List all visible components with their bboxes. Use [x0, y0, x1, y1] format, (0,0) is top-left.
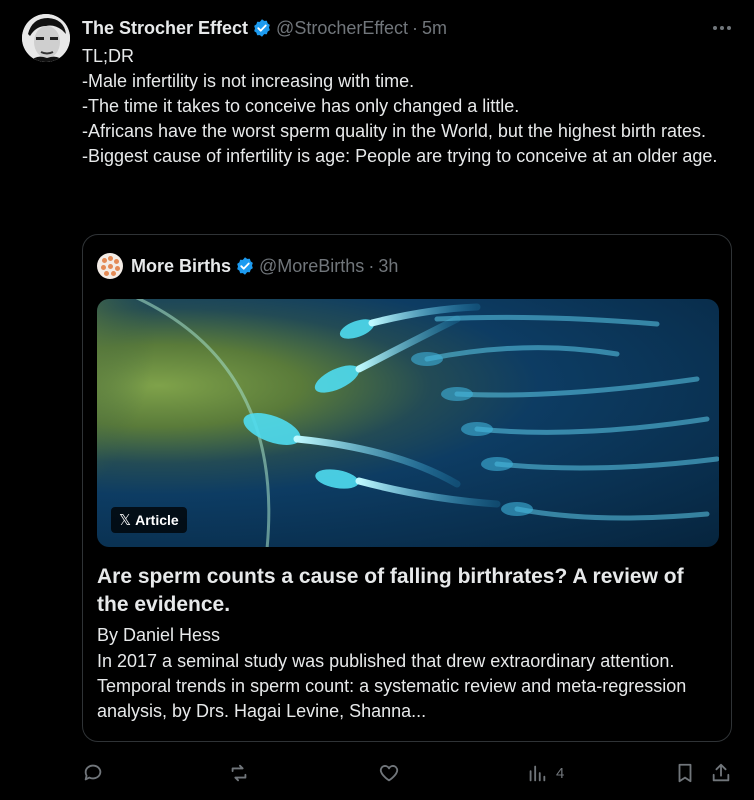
reply-button[interactable] — [82, 762, 112, 784]
heart-icon — [379, 765, 399, 782]
quote-author-avatar[interactable] — [97, 253, 123, 279]
sperm-illustration-image — [97, 299, 719, 547]
quote-author-handle[interactable]: @MoreBirths — [259, 256, 364, 277]
repost-icon — [231, 764, 247, 782]
bookmark-button[interactable] — [674, 762, 696, 784]
tweet-line: TL;DR — [82, 46, 135, 66]
tweet-actions: 4 — [0, 760, 754, 790]
analytics-icon — [529, 765, 546, 782]
views-button[interactable]: 4 — [526, 762, 564, 784]
tweet-line: -Male infertility is not increasing with… — [82, 71, 415, 91]
quote-header: More Births @MoreBirths · 3h — [97, 253, 398, 279]
separator-dot: · — [412, 17, 419, 38]
author-handle[interactable]: @StrocherEffect — [276, 18, 408, 39]
bookmark-icon — [678, 763, 692, 783]
repost-button[interactable] — [228, 762, 258, 784]
tweet-header: The Strocher Effect @StrocherEffect · 5m — [82, 16, 736, 40]
quoted-article-card[interactable]: More Births @MoreBirths · 3h 𝕏 Article A… — [82, 234, 732, 742]
tweet-timestamp[interactable]: 5m — [422, 18, 447, 39]
article-title[interactable]: Are sperm counts a cause of falling birt… — [97, 563, 719, 619]
tweet-body: TL;DR -Male infertility is not increasin… — [82, 44, 732, 169]
quote-author-name[interactable]: More Births — [131, 256, 231, 277]
separator-dot: · — [368, 255, 375, 276]
tweet-line: -The time it takes to conceive has only … — [82, 96, 520, 116]
article-cover-image[interactable]: 𝕏 Article — [97, 299, 719, 547]
author-avatar[interactable] — [22, 14, 70, 62]
tweet-line: -Africans have the worst sperm quality i… — [82, 121, 706, 141]
article-summary: In 2017 a seminal study was published th… — [97, 651, 687, 721]
article-badge-label: Article — [135, 512, 179, 528]
like-button[interactable] — [378, 762, 408, 784]
verified-badge-icon — [237, 257, 253, 275]
author-name[interactable]: The Strocher Effect — [82, 18, 248, 39]
verified-badge-icon — [254, 19, 270, 37]
tweet-line: -Biggest cause of infertility is age: Pe… — [82, 146, 718, 166]
article-byline: By Daniel Hess — [97, 625, 221, 645]
x-logo-icon: 𝕏 — [119, 512, 132, 529]
reply-icon — [84, 764, 102, 781]
more-options-icon[interactable] — [710, 18, 734, 38]
article-badge: 𝕏 Article — [111, 507, 187, 533]
quote-timestamp[interactable]: 3h — [378, 256, 398, 277]
avatar-portrait-icon — [22, 14, 70, 62]
share-button[interactable] — [710, 762, 732, 784]
views-count: 4 — [556, 764, 565, 782]
share-icon — [712, 763, 730, 782]
